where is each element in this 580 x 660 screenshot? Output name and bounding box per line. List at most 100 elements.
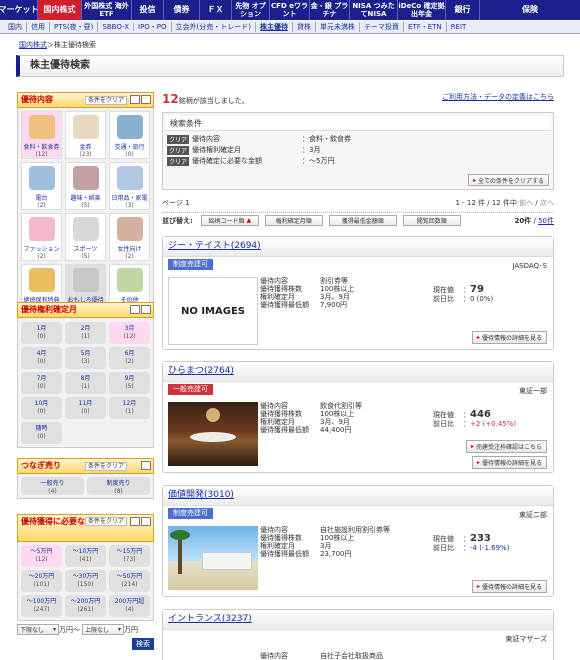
nav-funds[interactable]: 投信 (132, 0, 164, 20)
collapse-icon[interactable] (141, 95, 151, 104)
collapse-icon[interactable] (141, 517, 151, 526)
sort-amount-button[interactable]: 獲得最低金額順 (328, 215, 397, 226)
nav-futures[interactable]: 先物 オプション (232, 0, 270, 20)
change-label: 前日比 (433, 544, 454, 552)
condition-clear-tag[interactable]: クリア (167, 156, 190, 166)
nav-insurance[interactable]: 保険 (480, 0, 580, 20)
nav-market[interactable]: マーケット (0, 0, 39, 20)
sort-code-button[interactable]: 銘柄コード順 ▲ (200, 215, 259, 226)
nav-ideco[interactable]: iDeCo 確定拠出年金 (398, 0, 446, 20)
voucher-category[interactable]: 金券 (23) (65, 111, 106, 159)
subnav-offfloor[interactable]: 立会外(分売・トレード) (172, 22, 257, 32)
subnav-sbbo[interactable]: SBBO-X (98, 23, 135, 31)
nav-bonds[interactable]: 債券 (164, 0, 200, 20)
stock-name-link[interactable]: イントランス(3237) (168, 614, 252, 624)
nav-fx[interactable]: ＦＸ (200, 0, 232, 20)
upper-select[interactable]: 上限なし ▾ (82, 624, 124, 635)
subnav-domestic[interactable]: 国内 (4, 22, 27, 32)
month-option[interactable]: 6月 (2) (109, 347, 150, 369)
prev-link[interactable]: 前へ (519, 199, 533, 207)
tsunagi-option[interactable]: 一般売り (4) (21, 477, 84, 495)
condition-clear-tag[interactable]: クリア (167, 134, 190, 144)
sort-up-icon: ▲ (246, 217, 252, 224)
nav-nisa[interactable]: NISA つみたてNISA (350, 0, 398, 20)
subnav-margin[interactable]: 信用 (27, 22, 50, 32)
hobby-category[interactable]: 趣味・娯楽 (5) (65, 162, 106, 210)
nav-bank[interactable]: 銀行 (446, 0, 480, 20)
stock-card: イントランス(3237) 東証マザーズ 優待内容 自社子会社取扱商品 (162, 609, 554, 660)
amount-option[interactable]: ～200万円 (261) (65, 595, 106, 617)
breadcrumb-link[interactable]: 国内株式 (19, 41, 47, 49)
travel-category[interactable]: 交通・旅行 (0) (109, 111, 150, 159)
amount-option[interactable]: 200万円超 (4) (109, 595, 150, 617)
women-category[interactable]: 女性向け (2) (109, 213, 150, 261)
tsunagi-clear-button[interactable]: 条件をクリア (84, 462, 127, 471)
nav-foreign-stock[interactable]: 外国株式 海外ETF (82, 0, 132, 20)
content-clear-button[interactable]: 条件をクリア (84, 96, 127, 105)
short-quota-button[interactable]: ▸ 売建受注枠確認はこちら (465, 440, 547, 453)
amount-clear-button[interactable]: 条件をクリア (84, 517, 127, 526)
amount-option[interactable]: ～100万円 (247) (21, 595, 62, 617)
women-icon (116, 217, 143, 241)
stock-name-link[interactable]: 価値開発(3010) (168, 490, 234, 500)
month-option[interactable]: 4月 (0) (21, 347, 62, 369)
month-option[interactable]: 9月 (5) (109, 372, 150, 394)
subnav-odd-lot[interactable]: 単元未満株 (316, 22, 361, 32)
clear-all-button[interactable]: ▸ 全ての条件をクリアする (467, 174, 549, 186)
fashion-category[interactable]: ファッション (2) (21, 213, 62, 261)
condition-clear-tag[interactable]: クリア (167, 145, 190, 155)
per-page-link[interactable]: 50件 (538, 217, 554, 225)
sort-views-button[interactable]: 閲覧回数順 (402, 215, 461, 226)
detail-button[interactable]: ▸ 優待情報の詳細を見る (471, 331, 547, 344)
collapse-icon[interactable] (141, 305, 151, 314)
lower-select[interactable]: 下限なし ▾ (17, 624, 59, 635)
subnav-ipo[interactable]: IPO・PO (134, 22, 172, 32)
month-option[interactable]: 11月 (0) (65, 397, 106, 419)
amount-option[interactable]: ～10万円 (41) (65, 545, 106, 567)
stock-name-link[interactable]: ジー・テイスト(2694) (168, 241, 261, 251)
month-option[interactable]: 随時 (0) (21, 422, 62, 444)
sort-month-button[interactable]: 権利確定月順 (264, 215, 323, 226)
month-option[interactable]: 12月 (1) (109, 397, 150, 419)
month-option[interactable]: 2月 (1) (65, 322, 106, 344)
nav-cfd[interactable]: CFD eワラント (270, 0, 310, 20)
help-icon[interactable] (130, 517, 140, 526)
next-link[interactable]: 次へ (540, 199, 554, 207)
subnav-yutai[interactable]: 株主優待 (256, 22, 294, 32)
help-icon[interactable] (130, 305, 140, 314)
category-label: 金券 (79, 144, 92, 151)
detail-button[interactable]: ▸ 優待情報の詳細を見る (471, 580, 547, 593)
nav-domestic-stock[interactable]: 国内株式 (38, 0, 82, 20)
subnav-pts[interactable]: PTS(夜・昼) (50, 22, 99, 32)
sports-category[interactable]: スポーツ (5) (65, 213, 106, 261)
nav-gold[interactable]: 金・銀 プラチナ (310, 0, 350, 20)
month-option[interactable]: 10月 (0) (21, 397, 62, 419)
collapse-icon[interactable] (141, 461, 151, 470)
search-button[interactable]: 検索 (132, 638, 154, 650)
detail-button[interactable]: ▸ 優待情報の詳細を見る (471, 456, 547, 469)
help-icon[interactable] (130, 95, 140, 104)
subnav-reit[interactable]: REIT (447, 23, 471, 31)
tsunagi-option[interactable]: 制度売り (8) (87, 477, 150, 495)
stock-name-link[interactable]: ひらまつ(2764) (168, 366, 234, 376)
month-count: (0) (37, 433, 46, 440)
month-option[interactable]: 3月 (12) (109, 322, 150, 344)
subnav-lending[interactable]: 貸株 (293, 22, 317, 32)
amount-option[interactable]: ～5万円 (12) (21, 545, 62, 567)
subnav-theme[interactable]: テーマ投資 (360, 22, 405, 32)
month-option[interactable]: 5月 (3) (65, 347, 106, 369)
amount-option[interactable]: ～50万円 (214) (109, 570, 150, 592)
food-category[interactable]: 食料・飲食券 (12) (21, 111, 62, 159)
change-label: 前日比 (433, 295, 454, 303)
help-link[interactable]: ご利用方法・データの定義はこちら (442, 92, 554, 102)
amount-option[interactable]: ～15万円 (73) (109, 545, 150, 567)
month-option[interactable]: 8月 (1) (65, 372, 106, 394)
month-option[interactable]: 7月 (0) (21, 372, 62, 394)
daily-goods-category[interactable]: 日用品・家電 (3) (109, 162, 150, 210)
subnav-etf[interactable]: ETF・ETN (404, 22, 447, 32)
amount-option[interactable]: ～20万円 (101) (21, 570, 62, 592)
change-label: 前日比 (433, 420, 454, 428)
amount-option[interactable]: ～30万円 (150) (65, 570, 106, 592)
electronics-category[interactable]: 電台 (2) (21, 162, 62, 210)
month-option[interactable]: 1月 (0) (21, 322, 62, 344)
